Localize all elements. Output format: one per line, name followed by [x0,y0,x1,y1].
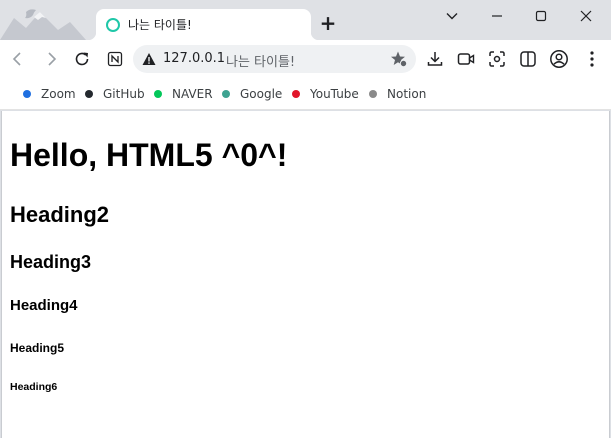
zoom-favicon-icon [23,90,31,98]
bookmark-label: Notion [387,87,427,101]
split-view-icon [520,51,536,67]
new-tab-button[interactable]: + [317,12,339,36]
bookmark-label: Zoom [41,87,76,101]
menu-button[interactable] [578,45,606,73]
github-favicon-icon [85,90,93,98]
address-host: 127.0.0.1 [163,51,226,66]
bookmarks-bar: Zoom GitHub NAVER Google YouTube Notion [0,78,611,110]
naver-favicon-icon [154,90,162,98]
active-tab[interactable]: 나는 타이틀! [88,9,319,40]
heading-1: Hello, HTML5 ^0^! [10,137,288,173]
warning-icon[interactable] [142,52,156,66]
browser-toolbar: 127.0.0.1 나는 타이틀! [0,40,611,78]
bookmark-google[interactable]: Google [222,86,282,102]
minimize-button[interactable] [475,0,519,32]
notion-favicon-icon [369,90,377,98]
profile-button[interactable] [545,45,573,73]
download-icon [427,52,443,66]
close-icon [580,10,592,22]
side-panel-button[interactable] [514,45,542,73]
google-favicon-icon [222,90,230,98]
extension-naver-button[interactable] [101,45,129,73]
address-page-title: 나는 타이틀! [226,55,296,70]
bookmark-label: NAVER [172,87,213,101]
arrow-right-icon [48,52,57,66]
tab-favicon-icon [106,18,120,32]
reload-icon [75,52,89,66]
bookmark-naver[interactable]: NAVER [154,86,213,102]
bookmark-label: GitHub [103,87,145,101]
theme-mountain-decoration [0,0,100,40]
maximize-button[interactable] [519,0,563,32]
tab-title: 나는 타이틀! [128,18,192,32]
minimize-icon [492,15,502,17]
reload-button[interactable] [68,45,96,73]
back-button[interactable] [4,45,32,73]
arrow-left-icon [12,52,21,66]
title-bar: 나는 타이틀! + [0,0,611,40]
bookmark-github[interactable]: GitHub [85,86,145,102]
maximize-icon [535,10,547,22]
screenshot-button[interactable] [483,45,511,73]
bookmark-label: YouTube [310,87,359,101]
bookmark-label: Google [240,87,283,101]
heading-4: Heading4 [10,297,78,314]
bookmark-zoom[interactable]: Zoom [23,86,76,102]
bookmark-notion[interactable]: Notion [369,86,426,102]
more-vertical-icon [590,51,594,67]
heading-6: Heading6 [10,381,58,393]
tab-search-button[interactable] [430,0,474,32]
page-viewport: Hello, HTML5 ^0^! Heading2 Heading3 Head… [1,111,610,438]
video-button[interactable] [452,45,480,73]
forward-button[interactable] [37,45,65,73]
bookmark-star-icon[interactable] [390,50,408,68]
heading-2: Heading2 [10,202,110,227]
screenshot-icon [489,51,505,67]
n-logo-icon [107,51,123,67]
address-bar[interactable]: 127.0.0.1 나는 타이틀! [133,45,416,73]
heading-5: Heading5 [10,341,65,355]
close-window-button[interactable] [564,0,608,32]
chevron-down-icon [446,13,458,20]
video-camera-icon [457,53,475,65]
youtube-favicon-icon [292,90,300,98]
downloads-button[interactable] [421,45,449,73]
profile-avatar-icon [550,50,568,68]
bookmark-youtube[interactable]: YouTube [292,86,359,102]
heading-3: Heading3 [10,252,92,272]
